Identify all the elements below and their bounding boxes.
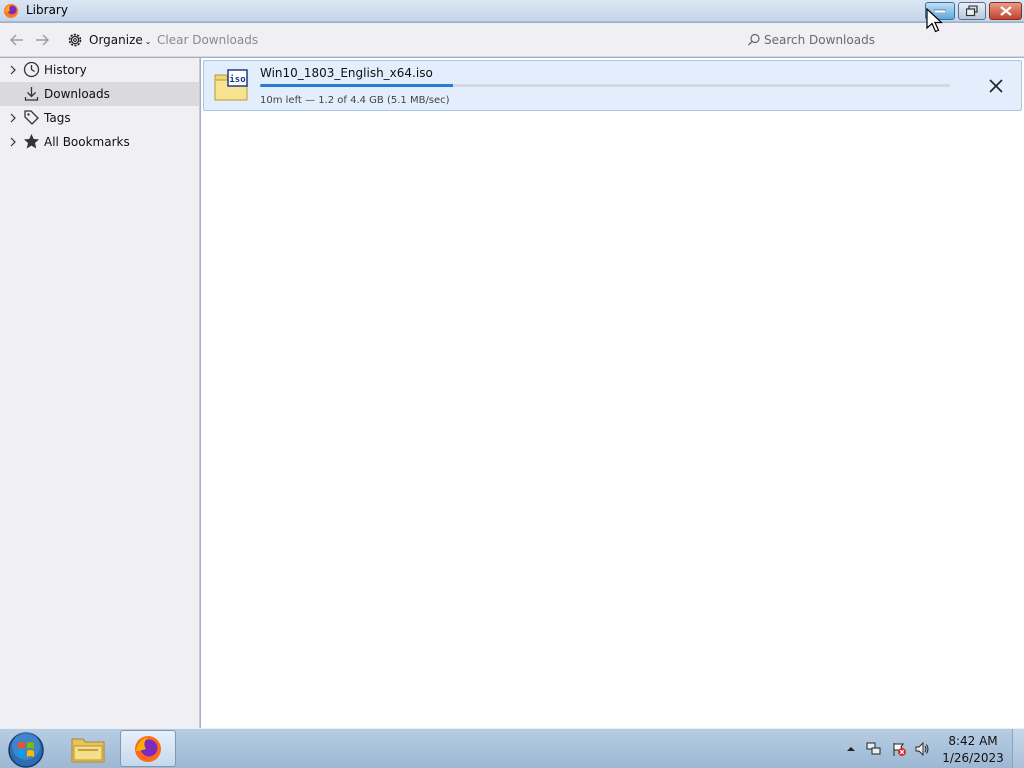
star-icon bbox=[24, 134, 39, 149]
title-bar: Library bbox=[0, 0, 1024, 22]
action-center-flag-icon[interactable] bbox=[891, 741, 907, 757]
download-item[interactable]: iso Win10_1803_English_x64.iso 10m left … bbox=[203, 60, 1022, 111]
organize-label: Organize bbox=[89, 33, 143, 47]
iso-label: iso bbox=[229, 74, 245, 85]
download-status: 10m left — 1.2 of 4.4 GB (5.1 MB/sec) bbox=[260, 95, 450, 106]
chevron-right-icon[interactable] bbox=[8, 112, 18, 124]
taskbar-firefox-button[interactable] bbox=[120, 730, 176, 767]
show-desktop-button[interactable] bbox=[1012, 729, 1024, 768]
back-arrow-icon[interactable] bbox=[8, 31, 26, 49]
clock-icon bbox=[23, 61, 40, 78]
cancel-download-icon[interactable] bbox=[986, 76, 1006, 96]
clock-date[interactable]: 1/26/2023 bbox=[940, 751, 1006, 765]
sidebar-item-downloads[interactable]: Downloads bbox=[0, 82, 199, 106]
show-hidden-icons-icon[interactable] bbox=[843, 741, 859, 757]
search-input[interactable] bbox=[764, 31, 1009, 49]
sidebar-item-label: History bbox=[44, 63, 87, 77]
organize-menu-button[interactable]: Organize ⌄ bbox=[89, 33, 151, 47]
sidebar: History Downloads Tags All Bookmarks bbox=[0, 58, 200, 728]
firefox-icon bbox=[135, 735, 161, 762]
network-icon[interactable] bbox=[866, 741, 882, 757]
iso-file-icon: iso bbox=[214, 69, 248, 101]
restore-button[interactable] bbox=[958, 2, 986, 20]
taskbar: 8:42 AM 1/26/2023 bbox=[0, 728, 1024, 768]
close-button[interactable] bbox=[989, 2, 1022, 20]
folder-icon bbox=[71, 738, 105, 762]
clock-time[interactable]: 8:42 AM bbox=[946, 734, 1000, 748]
sidebar-item-tags[interactable]: Tags bbox=[0, 106, 199, 130]
toolbar: Organize ⌄ Clear Downloads bbox=[0, 23, 1024, 57]
sidebar-item-label: All Bookmarks bbox=[44, 135, 130, 149]
download-progress-bar bbox=[260, 84, 950, 87]
search-box[interactable] bbox=[742, 28, 1018, 52]
downloads-list: iso Win10_1803_English_x64.iso 10m left … bbox=[201, 58, 1024, 728]
sidebar-item-label: Tags bbox=[44, 111, 71, 125]
chevron-right-icon[interactable] bbox=[8, 64, 18, 76]
sidebar-item-all-bookmarks[interactable]: All Bookmarks bbox=[0, 130, 199, 154]
download-filename: Win10_1803_English_x64.iso bbox=[260, 66, 433, 80]
gear-icon[interactable] bbox=[66, 31, 84, 49]
window-title: Library bbox=[26, 3, 68, 17]
taskbar-explorer-button[interactable] bbox=[60, 730, 116, 767]
tag-icon bbox=[24, 110, 39, 125]
search-icon bbox=[748, 33, 760, 46]
chevron-down-icon: ⌄ bbox=[144, 37, 152, 46]
start-button-icon[interactable] bbox=[7, 731, 45, 768]
sidebar-item-label: Downloads bbox=[44, 87, 110, 101]
firefox-icon bbox=[4, 4, 18, 18]
mouse-cursor-icon bbox=[926, 8, 944, 33]
sidebar-item-history[interactable]: History bbox=[0, 58, 199, 82]
chevron-right-icon[interactable] bbox=[8, 136, 18, 148]
forward-arrow-icon[interactable] bbox=[33, 31, 51, 49]
clear-downloads-button[interactable]: Clear Downloads bbox=[157, 33, 258, 47]
download-progress-fill bbox=[260, 84, 454, 87]
download-icon bbox=[24, 87, 39, 101]
volume-icon[interactable] bbox=[914, 741, 930, 757]
